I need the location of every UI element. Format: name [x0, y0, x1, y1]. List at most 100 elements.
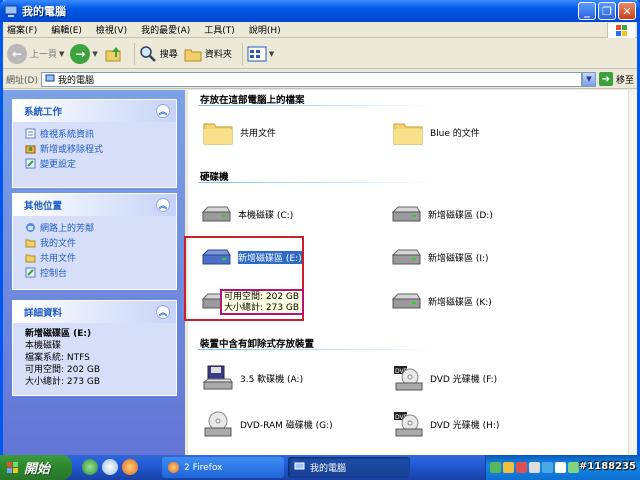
folder-blue-documents[interactable]: Blue 的文件 [392, 118, 480, 146]
drive-d[interactable]: 新增磁碟區 (D:) [390, 200, 493, 228]
drive-h-dvd[interactable]: DVD DVD 光碟機 (H:) [392, 410, 499, 438]
item-label: DVD-RAM 磁碟機 (G:) [240, 420, 333, 431]
go-label: 移至 [615, 75, 634, 86]
item-label: DVD 光碟機 (H:) [430, 420, 500, 431]
other-places-title: 其他位置 [24, 201, 63, 212]
tray-icon[interactable] [555, 462, 566, 473]
place-network[interactable]: 網路上的芳鄰 [25, 220, 168, 235]
drive-f-dvd[interactable]: DVD DVD 光碟機 (F:) [392, 364, 497, 392]
control-panel-icon [25, 267, 36, 278]
tray-icon[interactable] [542, 462, 553, 473]
search-button[interactable]: 搜尋 [139, 42, 178, 66]
views-button[interactable]: ▼ [247, 42, 274, 66]
my-computer-icon [294, 462, 305, 470]
section-divider [198, 182, 438, 183]
item-label: 新增磁碟區 (D:) [428, 210, 493, 221]
place-shared-documents[interactable]: 共用文件 [25, 250, 168, 265]
address-value: 我的電腦 [57, 75, 94, 86]
section-drives-header: 硬碟機 [200, 172, 229, 183]
collapse-chevron-icon[interactable]: ︽ [156, 104, 170, 118]
toolbar: ← 上一頁 ▼ → ▼ 搜尋 資料夾 ▼ [3, 39, 637, 69]
folder-shared-documents[interactable]: 共用文件 [202, 118, 276, 146]
drive-g-dvdram[interactable]: DVD-RAM 磁碟機 (G:) [202, 410, 333, 438]
drive-a-floppy[interactable]: 3.5 軟碟機 (A:) [202, 364, 303, 392]
my-computer-icon [4, 5, 18, 17]
back-label: 上一頁 [30, 50, 58, 60]
details-header[interactable]: 詳細資料 ︽ [13, 301, 176, 323]
quick-launch-firefox-icon[interactable] [122, 459, 138, 475]
menu-tools[interactable]: 工具(T) [204, 23, 235, 36]
menu-help[interactable]: 說明(H) [249, 23, 281, 36]
place-control-panel[interactable]: 控制台 [25, 265, 168, 280]
chevron-down-icon: ▼ [268, 49, 275, 58]
minimize-button[interactable]: _ [578, 2, 596, 20]
quick-launch-app-icon[interactable] [102, 459, 118, 475]
taskbar: 開始 2 Firefox 我的電腦 #1188235 [0, 455, 640, 480]
control-panel-icon [25, 158, 36, 169]
drive-tooltip: 可用空間: 202 GB 大小總計: 273 GB [220, 289, 304, 315]
network-icon [26, 223, 35, 232]
start-button[interactable]: 開始 [0, 455, 72, 480]
task-label: 變更設定 [40, 160, 77, 170]
title-bar[interactable]: 我的電腦 _ ❐ ✕ [0, 0, 640, 22]
menu-favorites[interactable]: 我的最愛(A) [141, 23, 190, 36]
tray-icon[interactable] [529, 462, 540, 473]
vertical-scrollbar[interactable] [628, 90, 637, 455]
maximize-button[interactable]: ❐ [598, 2, 616, 20]
folders-button[interactable]: 資料夾 [184, 42, 232, 66]
address-bar: 網址(D) 我的電腦 ▼ ➔ 移至 [3, 70, 637, 89]
task-add-remove-programs[interactable]: 新增或移除程式 [25, 141, 168, 156]
place-my-documents[interactable]: 我的文件 [25, 235, 168, 250]
toolbar-separator [133, 42, 135, 65]
floppy-drive-icon [202, 365, 233, 390]
back-button[interactable]: ← 上一頁 ▼ [7, 42, 64, 66]
quick-launch-globe-icon[interactable] [82, 459, 98, 475]
address-input[interactable]: 我的電腦 [40, 71, 582, 87]
address-dropdown-button[interactable]: ▼ [581, 71, 596, 87]
item-label: 共用文件 [240, 128, 277, 139]
other-places-header[interactable]: 其他位置 ︽ [13, 194, 176, 216]
tray-icon[interactable] [490, 462, 501, 473]
dvd-drive-icon: DVD [394, 412, 423, 437]
tray-icon[interactable] [503, 462, 514, 473]
menu-view[interactable]: 檢視(V) [96, 23, 127, 36]
forward-button[interactable]: → ▼ [70, 42, 98, 66]
detail-file-system: 檔案系統: NTFS [25, 353, 90, 363]
task-view-system-info[interactable]: 檢視系統資訊 [25, 126, 168, 141]
details-panel: 詳細資料 ︽ 新增磁碟區 (E:) 本機磁碟 檔案系統: NTFS 可用空間: … [12, 300, 177, 396]
quick-launch [82, 459, 138, 475]
collapse-chevron-icon[interactable]: ︽ [156, 305, 170, 319]
system-info-icon [25, 128, 36, 139]
close-button[interactable]: ✕ [618, 2, 636, 20]
tray-icon[interactable] [516, 462, 527, 473]
go-button[interactable]: ➔ 移至 [598, 72, 634, 86]
menu-file[interactable]: 檔案(F) [7, 23, 37, 36]
folder-icon [393, 123, 423, 145]
place-label: 控制台 [40, 269, 68, 279]
drive-k[interactable]: 新增磁碟區 (K:) [390, 287, 492, 315]
menu-edit[interactable]: 編輯(E) [51, 23, 82, 36]
taskbar-my-computer-label: 我的電腦 [310, 464, 347, 474]
item-label: 新增磁碟區 (K:) [428, 297, 492, 308]
drive-i[interactable]: 新增磁碟區 (I:) [390, 243, 489, 271]
tooltip-free-space: 可用空間: 202 GB [224, 292, 300, 302]
shared-folder-icon [25, 254, 36, 263]
dvd-ram-drive-icon [204, 411, 232, 437]
taskbar-my-computer[interactable]: 我的電腦 [288, 457, 410, 478]
chevron-down-icon: ▼ [92, 49, 98, 58]
windows-flag-icon [7, 461, 18, 473]
system-tasks-header[interactable]: 系統工作 ︽ [13, 100, 176, 122]
collapse-chevron-icon[interactable]: ︽ [156, 198, 170, 212]
up-folder-icon [105, 46, 121, 61]
tray-icon[interactable] [568, 462, 579, 473]
taskbar-firefox[interactable]: 2 Firefox [162, 457, 284, 478]
up-folder-button[interactable] [104, 42, 124, 66]
task-change-setting[interactable]: 變更設定 [25, 156, 168, 171]
other-places-panel: 其他位置 ︽ 網路上的芳鄰 我的文件 共用文件 控制台 [12, 193, 177, 290]
views-icon [247, 46, 267, 61]
item-label: 本機磁碟 (C:) [238, 210, 294, 221]
drive-c[interactable]: 本機磁碟 (C:) [200, 200, 293, 228]
section-files-header: 存放在這部電腦上的檔案 [200, 95, 305, 106]
item-label: 3.5 軟碟機 (A:) [240, 374, 304, 385]
address-label: 網址(D) [6, 75, 38, 86]
